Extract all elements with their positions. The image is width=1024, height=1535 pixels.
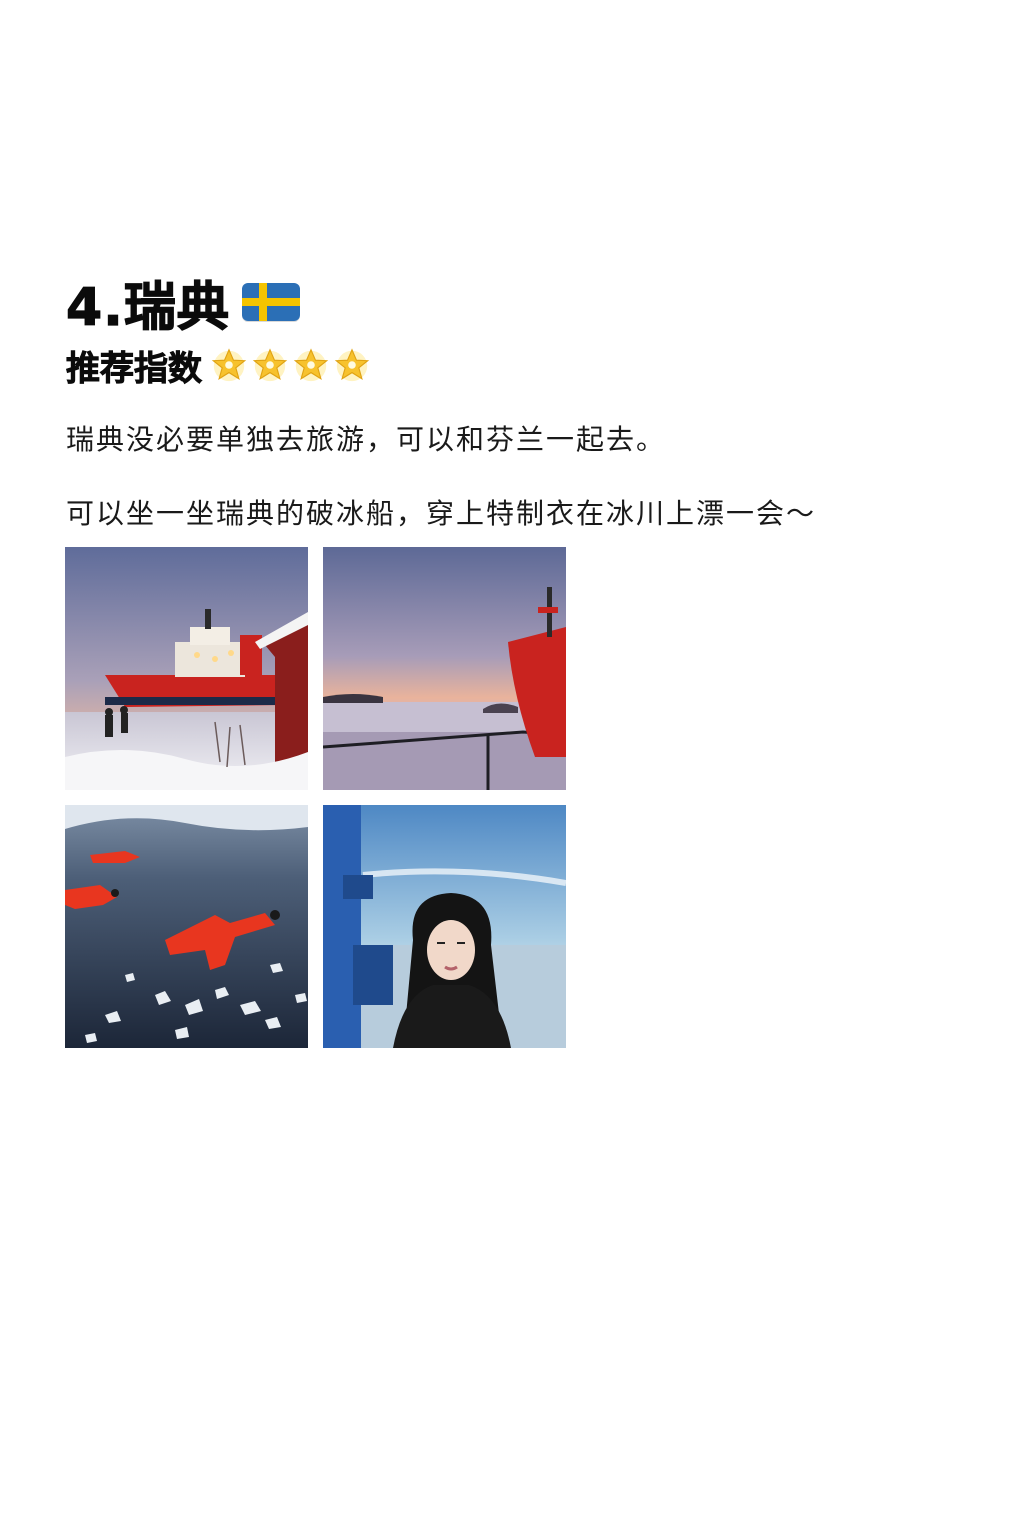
photo-icebreaker-ship-dusk[interactable]: [65, 547, 308, 790]
glowing-star-icon: [211, 348, 247, 382]
glowing-star-icon: [252, 348, 288, 382]
rating-row: 推荐指数: [66, 340, 371, 390]
activity-paragraph: 可以坐一坐瑞典的破冰船，穿上特制衣在冰川上漂一会～: [66, 497, 817, 530]
sweden-flag-icon: [241, 283, 300, 321]
glowing-star-icon: [293, 348, 329, 382]
photo-floating-survival-suits[interactable]: [65, 805, 308, 1048]
glowing-star-icon: [334, 348, 370, 382]
section-heading: 4.瑞典: [65, 270, 300, 338]
photo-grid: [65, 547, 566, 1048]
rating-label: 推荐指数: [66, 348, 203, 389]
intro-paragraph: 瑞典没必要单独去旅游，可以和芬兰一起去。: [66, 423, 667, 456]
photo-icebreaker-bow-sunset[interactable]: [323, 547, 566, 790]
rating-stars: [210, 346, 371, 384]
page-title: 4.瑞典: [65, 277, 230, 338]
photo-woman-portrait-on-deck[interactable]: [323, 805, 566, 1048]
